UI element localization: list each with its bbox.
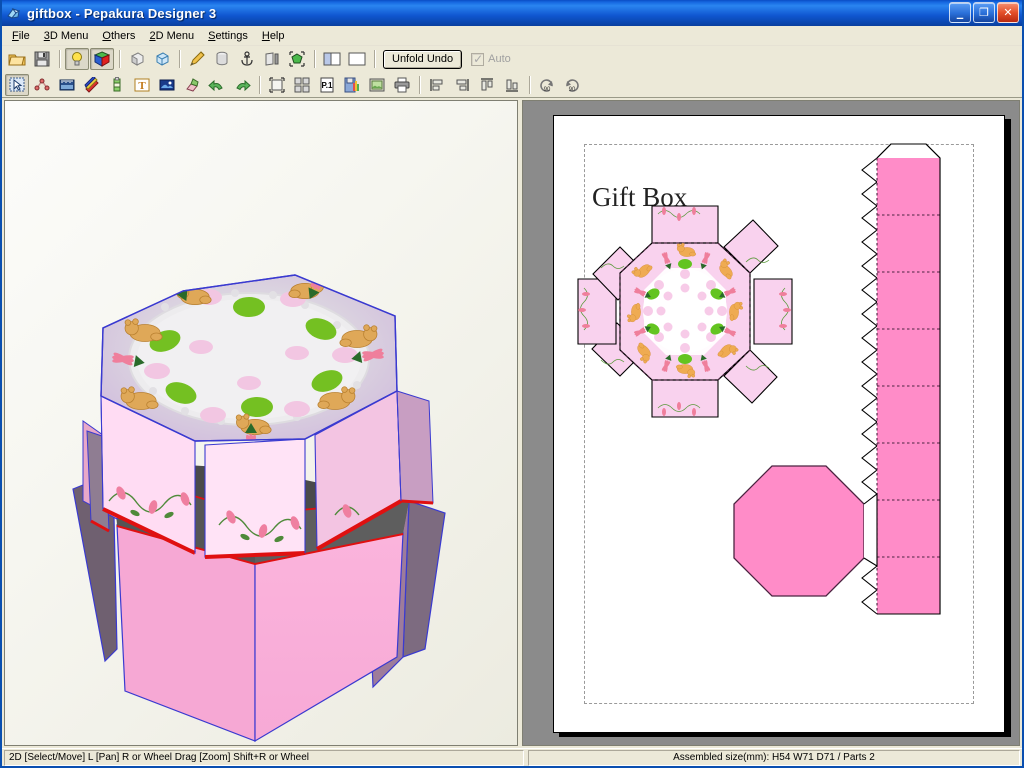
- application-window: giftbox - Pepakura Designer 3 _ ❐ ✕ File…: [0, 0, 1024, 768]
- menu-3d-label: D Menu: [49, 29, 89, 42]
- box-bottom-octagon-part[interactable]: [733, 465, 878, 597]
- toolbar-separator: [314, 50, 316, 68]
- menu-bar: File 3D Menu Others 2D Menu Settings Hel…: [2, 26, 1022, 46]
- text-tool-icon[interactable]: T: [130, 74, 154, 96]
- auto-checkbox-group[interactable]: Auto: [471, 52, 511, 66]
- texture-cube-icon[interactable]: [90, 48, 114, 70]
- layout-parts-icon[interactable]: [290, 74, 314, 96]
- menu-file-label: ile: [18, 29, 30, 42]
- single-view-icon[interactable]: [345, 48, 369, 70]
- menu-file[interactable]: File: [5, 28, 37, 44]
- unfold-undo-button[interactable]: Unfold Undo: [383, 49, 463, 69]
- main-workspace: Gift Box: [2, 98, 1022, 748]
- menu-settings[interactable]: Settings: [201, 28, 255, 44]
- page-setup-icon[interactable]: P.1: [315, 74, 339, 96]
- lid-unfold-part[interactable]: [577, 205, 793, 418]
- rotate-ccw-90-icon[interactable]: 90: [535, 74, 559, 96]
- menu-2d[interactable]: 2D Menu: [142, 28, 201, 44]
- split-view-vertical-icon[interactable]: [320, 48, 344, 70]
- undo-icon[interactable]: [205, 74, 229, 96]
- gift-box-3d-render: [72, 274, 446, 743]
- close-button[interactable]: ✕: [997, 2, 1019, 23]
- menu-settings-label: ettings: [215, 29, 248, 42]
- align-left-icon[interactable]: [425, 74, 449, 96]
- 2d-unfold-view[interactable]: Gift Box: [522, 100, 1020, 746]
- minimize-glyph: _: [956, 5, 964, 20]
- svg-text:90: 90: [569, 87, 576, 93]
- toolbar-separator: [119, 50, 121, 68]
- unfold-parts: Gift Box: [577, 143, 941, 615]
- bounding-box-icon[interactable]: [265, 74, 289, 96]
- glue-tab-icon[interactable]: [105, 74, 129, 96]
- save-file-icon[interactable]: [30, 48, 54, 70]
- align-bottom-icon[interactable]: [500, 74, 524, 96]
- toolbar-separator: [374, 50, 376, 68]
- edge-connect-icon[interactable]: [30, 74, 54, 96]
- status-bar: 2D [Select/Move] L [Pan] R or Wheel Drag…: [2, 748, 1022, 766]
- menu-help-label: elp: [269, 29, 285, 42]
- toolbar-2d: T P.1 90 90: [2, 72, 1022, 98]
- status-hint-text: 2D [Select/Move] L [Pan] R or Wheel Drag…: [4, 749, 524, 766]
- menu-3d[interactable]: 3D Menu: [37, 28, 96, 44]
- 3d-viewport[interactable]: [5, 101, 517, 745]
- menu-help[interactable]: Help: [255, 28, 292, 44]
- cylinder-icon[interactable]: [210, 48, 234, 70]
- svg-text:T: T: [138, 80, 146, 92]
- maximize-button[interactable]: ❐: [973, 2, 995, 23]
- toolbar-separator: [259, 75, 261, 94]
- title-bar: giftbox - Pepakura Designer 3 _ ❐ ✕: [2, 0, 1022, 26]
- toolbar-separator: [529, 75, 531, 94]
- paint-stripes-icon[interactable]: [80, 74, 104, 96]
- toolbar-separator: [59, 50, 61, 68]
- wireframe-icon[interactable]: [150, 48, 174, 70]
- print-icon[interactable]: [390, 74, 414, 96]
- image-insert-icon[interactable]: [155, 74, 179, 96]
- toolbar-3d: Unfold Undo Auto: [2, 46, 1022, 72]
- maximize-glyph: ❐: [979, 6, 989, 19]
- status-assembled-size: Assembled size(mm): H54 W71 D71 / Parts …: [528, 749, 1020, 766]
- menu-2d-label: D Menu: [155, 29, 195, 42]
- face-split-icon[interactable]: [260, 48, 284, 70]
- open-file-icon[interactable]: [5, 48, 29, 70]
- toolbar-separator: [179, 50, 181, 68]
- auto-checkbox[interactable]: [471, 52, 485, 66]
- auto-label: Auto: [488, 53, 511, 65]
- unfold-page[interactable]: Gift Box: [553, 115, 1005, 733]
- svg-text:90: 90: [544, 87, 551, 93]
- align-right-icon[interactable]: [450, 74, 474, 96]
- redo-icon[interactable]: [230, 74, 254, 96]
- window-title: giftbox - Pepakura Designer 3: [27, 5, 217, 21]
- light-bulb-icon[interactable]: [65, 48, 89, 70]
- ruler-measure-icon[interactable]: [55, 74, 79, 96]
- svg-text:P.1: P.1: [322, 81, 334, 90]
- picture-export-icon[interactable]: [365, 74, 389, 96]
- open-flap-icon[interactable]: [180, 74, 204, 96]
- save-texture-icon[interactable]: [340, 74, 364, 96]
- rotate-cw-90-icon[interactable]: 90: [560, 74, 584, 96]
- select-mesh-icon[interactable]: [285, 48, 309, 70]
- anchor-icon[interactable]: [235, 48, 259, 70]
- pencil-edit-icon[interactable]: [185, 48, 209, 70]
- window-controls: _ ❐ ✕: [949, 2, 1019, 23]
- 3d-model-view[interactable]: [4, 100, 518, 746]
- select-move-cursor-icon[interactable]: [5, 73, 29, 96]
- menu-others[interactable]: Others: [95, 28, 142, 44]
- align-top-icon[interactable]: [475, 74, 499, 96]
- toolbar-separator: [419, 75, 421, 94]
- pepakura-icon: [6, 5, 23, 22]
- menu-others-label: thers: [110, 29, 136, 42]
- minimize-button[interactable]: _: [949, 2, 971, 23]
- close-glyph: ✕: [1003, 6, 1013, 19]
- flat-shading-icon[interactable]: [125, 48, 149, 70]
